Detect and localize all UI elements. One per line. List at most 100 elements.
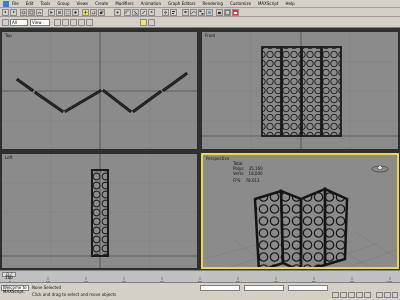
selection-info: None Selected — [32, 285, 62, 290]
reference-coordinate-dropdown[interactable]: View — [30, 19, 50, 26]
unlink-button[interactable] — [28, 9, 35, 16]
screen-panels-front — [261, 46, 342, 137]
bind-spacewarp-button[interactable] — [36, 9, 43, 16]
z-coordinate-field[interactable] — [288, 285, 328, 291]
menu-help[interactable]: Help — [285, 1, 294, 6]
menu-create[interactable]: Create — [95, 1, 108, 6]
scale-button[interactable] — [98, 9, 105, 16]
rendered-frame-button[interactable] — [224, 9, 231, 16]
next-frame-button[interactable] — [356, 292, 363, 298]
layer-manager-button[interactable] — [182, 9, 189, 16]
goto-end-button[interactable] — [364, 292, 371, 298]
viewport-area: Top Front Left Perspective Total Polys: … — [0, 28, 400, 270]
percent-icon — [141, 10, 146, 15]
quick-render-button[interactable] — [232, 9, 239, 16]
align-button[interactable] — [170, 9, 177, 16]
pivot-icon — [116, 11, 119, 14]
select-arrow-icon — [50, 11, 53, 15]
redo-button[interactable] — [10, 9, 17, 16]
main-toolbar — [0, 8, 400, 17]
viewport-left[interactable]: Left — [1, 153, 198, 269]
spacewarp-icon — [37, 11, 42, 15]
menu-customize[interactable]: Customize — [230, 1, 251, 6]
render-setup-button[interactable] — [216, 9, 223, 16]
snaps-2d-button[interactable] — [78, 19, 85, 26]
pivot-button[interactable] — [114, 9, 121, 16]
timeline: 0 / 100 0 10 20 30 40 50 60 70 80 90 100 — [0, 270, 400, 283]
menu-bar: File Edit Tools Group Views Create Modif… — [0, 0, 400, 8]
status-bar: Welcome to MAXScript. None Selected Clic… — [0, 282, 400, 300]
menu-modifiers[interactable]: Modifiers — [115, 1, 133, 6]
spinner-snap-button[interactable] — [148, 9, 155, 16]
percent-snap-button[interactable] — [140, 9, 147, 16]
menu-group[interactable]: Group — [57, 1, 69, 6]
x-coordinate-field[interactable] — [200, 285, 240, 291]
prev-frame-button[interactable] — [340, 292, 347, 298]
screen-top-view — [15, 71, 189, 114]
list-icon — [58, 11, 61, 14]
screen-panel-left — [91, 169, 109, 257]
panel-top-3 — [63, 88, 103, 114]
menu-file[interactable]: File — [12, 1, 19, 6]
render-teapot-icon — [233, 11, 238, 15]
schematic-icon — [199, 10, 204, 15]
spinner-icon — [150, 11, 153, 13]
menu-maxscript[interactable]: MAXScript — [258, 1, 279, 6]
move-button[interactable] — [82, 9, 89, 16]
link-button[interactable] — [20, 9, 27, 16]
window-crossing-button[interactable] — [72, 9, 79, 16]
zoom-extents-button[interactable] — [376, 292, 383, 298]
menu-animation[interactable]: Animation — [141, 1, 161, 6]
screen-front-view — [261, 46, 342, 137]
orbit-button[interactable] — [392, 292, 398, 298]
app-logo-icon[interactable] — [3, 0, 9, 7]
rotate-button[interactable] — [90, 9, 97, 16]
edit-named-sets-button[interactable] — [148, 19, 155, 26]
undo-icon — [4, 11, 6, 13]
redo-icon — [13, 11, 15, 13]
link-icon — [21, 10, 26, 15]
angle-snap-active-button[interactable] — [140, 19, 147, 26]
mirror-icon — [164, 10, 167, 15]
viewport-perspective[interactable]: Perspective Total Polys: 35,160 Verts: 1… — [201, 153, 399, 269]
teapot-icon — [217, 11, 222, 15]
viewport-front[interactable]: Front — [201, 31, 399, 150]
select-by-name-button[interactable] — [56, 9, 63, 16]
region-select-button[interactable] — [64, 9, 71, 16]
menu-tools[interactable]: Tools — [40, 1, 50, 6]
viewport-top[interactable]: Top — [1, 31, 198, 150]
pan-view-button[interactable] — [384, 292, 391, 298]
select-button[interactable] — [48, 9, 55, 16]
align-icon — [172, 11, 175, 14]
frame-icon — [225, 10, 230, 15]
snaps-3d-button[interactable] — [86, 19, 93, 26]
snap-toggle-button[interactable] — [124, 9, 131, 16]
keyboard-shortcut-button[interactable] — [70, 19, 77, 26]
schematic-view-button[interactable] — [198, 9, 205, 16]
region-icon — [65, 10, 70, 15]
maxscript-listener[interactable]: Welcome to MAXScript. — [1, 285, 29, 294]
angle-snap-button[interactable] — [132, 9, 139, 16]
undo-scene-button[interactable] — [2, 19, 9, 26]
y-coordinate-field[interactable] — [244, 285, 284, 291]
material-editor-button[interactable] — [206, 9, 213, 16]
play-button[interactable] — [348, 292, 355, 298]
curve-icon — [191, 11, 196, 15]
angle-snap-icon — [133, 10, 138, 15]
menu-graph-editors[interactable]: Graph Editors — [168, 1, 195, 6]
named-selection-button[interactable] — [54, 19, 61, 26]
menu-edit[interactable]: Edit — [26, 1, 34, 6]
prompt-line: Click and drag to select and move object… — [32, 292, 117, 297]
undo-button[interactable] — [2, 9, 9, 16]
curve-editor-button[interactable] — [190, 9, 197, 16]
goto-start-button[interactable] — [332, 292, 339, 298]
manipulate-button[interactable] — [62, 19, 69, 26]
screen-panels-perspective — [253, 187, 349, 267]
snap-icon — [125, 10, 129, 14]
move-icon — [83, 10, 88, 15]
mirror-button[interactable] — [162, 9, 169, 16]
selection-filter-dropdown[interactable]: All — [10, 19, 28, 26]
menu-views[interactable]: Views — [77, 1, 89, 6]
rotate-icon — [91, 10, 96, 15]
menu-rendering[interactable]: Rendering — [203, 1, 223, 6]
